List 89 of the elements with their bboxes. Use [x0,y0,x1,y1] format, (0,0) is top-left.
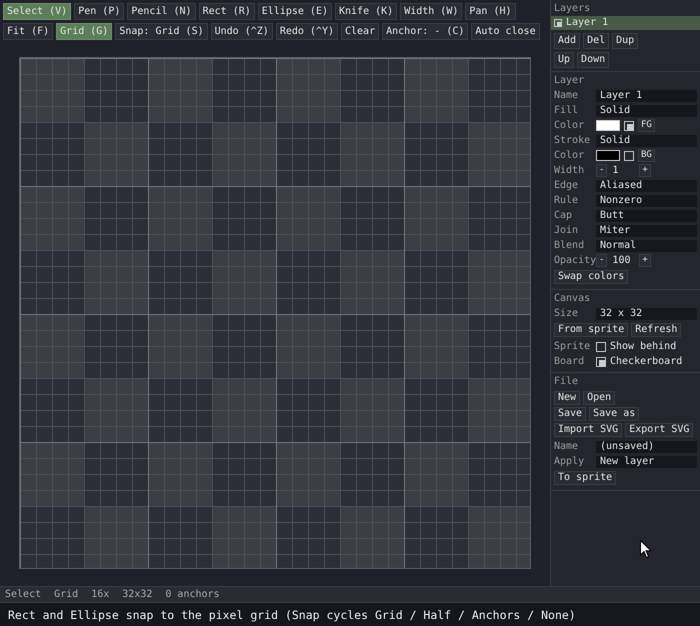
checkbox-label: Checkerboard [610,356,682,367]
status-text: Select [5,589,42,600]
text-field[interactable]: Solid [596,134,697,146]
panel-button[interactable]: Open [583,391,616,405]
visibility-checkbox[interactable] [554,19,562,27]
toolbar-button[interactable]: Grid (G) [56,23,112,40]
text-field[interactable]: (unsaved) [596,440,697,452]
field-label: Width [554,165,586,176]
text-field[interactable]: Aliased [596,180,697,192]
text-field[interactable]: Butt [596,210,697,222]
checkbox[interactable] [596,342,606,352]
stepper-value: 1 [612,165,620,176]
text-field[interactable]: Nonzero [596,194,697,206]
tool-button[interactable]: Ellipse (E) [258,3,332,20]
status-text: 16x [91,589,110,600]
panel-button[interactable]: New [554,391,580,405]
text-field[interactable]: Miter [596,224,697,236]
checkbox[interactable] [624,150,634,160]
toolbar-button[interactable]: Auto close [471,23,540,40]
field-label: Rule [554,195,580,206]
field-label: Name [554,90,580,101]
panel-button[interactable]: Import SVG [554,423,622,437]
color-swatch[interactable] [596,120,620,131]
status-text: 0 anchors [165,589,220,600]
layer-button[interactable]: Down [577,52,610,68]
status-text: 32x32 [122,589,152,600]
tool-button[interactable]: Pan (H) [465,3,516,20]
section-title: File [554,375,580,389]
field-label: Color [554,150,586,161]
tool-button[interactable]: Width (W) [400,3,462,20]
panel-button[interactable]: To sprite [554,471,616,485]
panel-button[interactable]: Refresh [631,323,682,337]
decrement-button[interactable]: - [596,164,608,177]
layer-name: Layer 1 [566,16,608,30]
toolbar-button[interactable]: Clear [341,23,380,40]
status-text: Grid [54,589,78,600]
stepper-value: 100 [612,255,632,266]
field-label: Cap [554,210,574,221]
toolbar-button[interactable]: Redo (^Y) [276,23,338,40]
field-label: Opacity [554,255,596,266]
text-field[interactable]: 32 x 32 [596,308,697,320]
increment-button[interactable]: + [639,254,651,267]
color-swatch[interactable] [596,150,620,161]
layer-button[interactable]: Dup [612,33,638,49]
text-field[interactable]: Layer 1 [596,90,697,102]
toolbar-button[interactable]: Fit (F) [3,23,54,40]
field-label: Size [554,308,580,319]
field-label: Blend [554,240,586,251]
tool-button[interactable]: Rect (R) [198,3,255,20]
color-button[interactable]: BG [638,149,655,162]
field-label: Sprite [554,341,592,352]
tool-button[interactable]: Select (V) [3,3,72,20]
checkbox-label: Show behind [610,341,676,352]
panel-button[interactable]: Export SVG [625,423,694,437]
field-label: Join [554,225,580,236]
decrement-button[interactable]: - [596,254,608,267]
layer-button[interactable]: Del [583,33,610,49]
field-label: Color [554,120,586,131]
field-label: Fill [554,105,580,116]
text-field[interactable]: Solid [596,104,697,116]
panel-button[interactable]: From sprite [554,323,628,337]
text-field[interactable]: New layer [596,456,697,468]
mouse-cursor-icon [640,540,652,559]
panel-title: Layers [554,2,592,16]
toolbar-button[interactable]: Anchor: - (C) [382,23,468,40]
toolbar-button[interactable]: Undo (^Z) [210,23,273,40]
panel-button[interactable]: Save [554,407,586,421]
field-label: Board [554,356,586,367]
layer-button[interactable]: Up [554,52,574,68]
tool-button[interactable]: Knife (K) [335,3,398,20]
layer-button[interactable]: Add [554,33,580,49]
panel-button[interactable]: Save as [589,407,640,421]
toolbar-button[interactable]: Snap: Grid (S) [115,23,208,40]
field-label: Apply [554,456,586,467]
checkbox[interactable] [596,356,606,366]
hint-text: Rect and Ellipse snap to the pixel grid (Snap cycles Grid / Half / Anchors / None) [8,608,576,622]
section-title: Canvas [554,292,592,306]
color-button[interactable]: FG [638,119,655,132]
field-label: Name [554,441,580,452]
tool-button[interactable]: Pen (P) [74,3,124,20]
checkbox[interactable] [624,120,634,130]
section-title: Layer [554,74,586,88]
text-field[interactable]: Normal [596,240,697,252]
field-label: Edge [554,180,580,191]
panel-button[interactable]: Swap colors [554,270,628,284]
field-label: Stroke [554,135,592,146]
tool-button[interactable]: Pencil (N) [127,3,196,20]
increment-button[interactable]: + [639,164,651,177]
layer-item[interactable]: Layer 1 [551,16,700,30]
